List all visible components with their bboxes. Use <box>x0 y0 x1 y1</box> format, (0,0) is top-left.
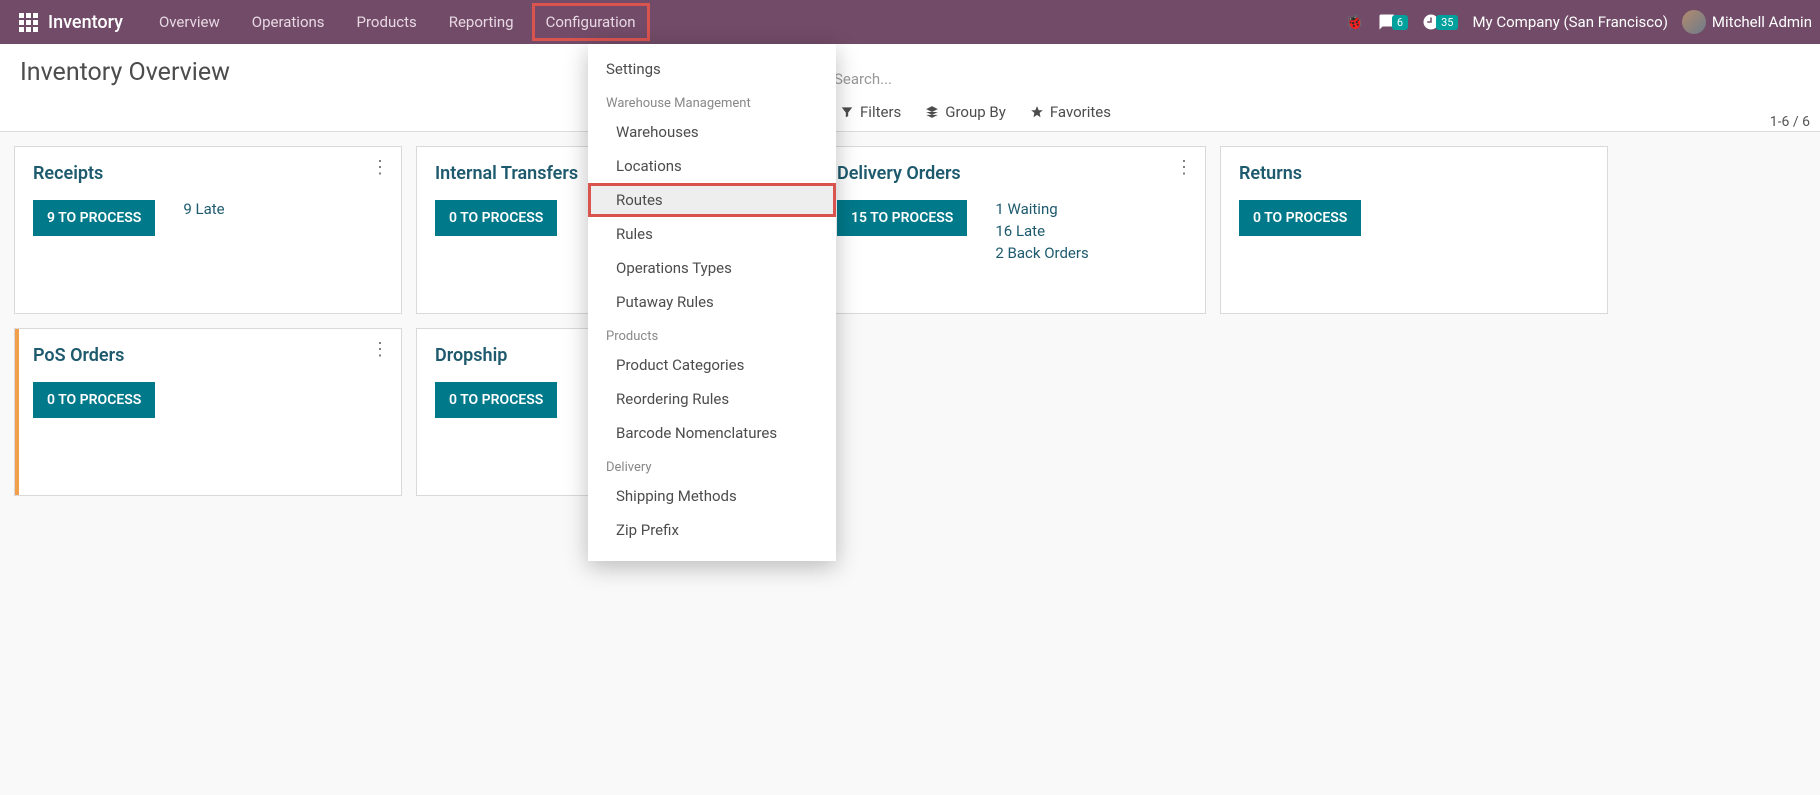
filter-icon <box>840 105 854 119</box>
app-title[interactable]: Inventory <box>48 12 123 33</box>
menu-operations-types[interactable]: Operations Types <box>588 251 836 285</box>
navbar-right: 🐞 6 35 My Company (San Francisco) Mitche… <box>1345 10 1812 34</box>
menu-routes[interactable]: Routes <box>588 183 836 217</box>
menu-warehouses[interactable]: Warehouses <box>588 115 836 149</box>
card-title: Returns <box>1239 163 1589 184</box>
menu-header-warehouse: Warehouse Management <box>588 86 836 115</box>
menu-shipping-methods[interactable]: Shipping Methods <box>588 479 836 513</box>
favorites-button[interactable]: Favorites <box>1030 103 1111 121</box>
activities-icon[interactable]: 35 <box>1422 13 1458 31</box>
menu-reordering-rules[interactable]: Reordering Rules <box>588 382 836 416</box>
kebab-icon[interactable]: ⋮ <box>1175 159 1193 177</box>
top-navbar: Inventory Overview Operations Products R… <box>0 0 1820 44</box>
activities-badge: 35 <box>1436 15 1458 30</box>
pager[interactable]: 1-6 / 6 <box>1770 114 1810 130</box>
menu-header-delivery: Delivery <box>588 450 836 479</box>
kebab-icon[interactable]: ⋮ <box>371 159 389 177</box>
kanban-card[interactable]: ⋮Receipts 9 TO PROCESS 9 Late <box>14 146 402 314</box>
status-link[interactable]: 2 Back Orders <box>995 244 1088 262</box>
kanban-card[interactable]: Returns 0 TO PROCESS <box>1220 146 1608 314</box>
layers-icon <box>925 105 939 119</box>
process-button[interactable]: 0 TO PROCESS <box>33 382 155 418</box>
kanban-card[interactable]: ⋮Delivery Orders 15 TO PROCESS 1 Waiting 16… <box>818 146 1206 314</box>
nav-overview[interactable]: Overview <box>145 3 234 41</box>
apps-icon[interactable] <box>16 10 40 34</box>
menu-barcode-nomenclatures[interactable]: Barcode Nomenclatures <box>588 416 836 450</box>
menu-zip-prefix[interactable]: Zip Prefix <box>588 513 836 547</box>
card-title: Receipts <box>33 163 383 184</box>
menu-header-products: Products <box>588 319 836 348</box>
status-list: 1 Waiting 16 Late 2 Back Orders <box>995 200 1088 262</box>
company-selector[interactable]: My Company (San Francisco) <box>1472 13 1667 31</box>
avatar <box>1682 10 1706 34</box>
menu-settings[interactable]: Settings <box>588 52 836 86</box>
filters-button[interactable]: Filters <box>840 103 901 121</box>
nav-operations[interactable]: Operations <box>238 3 339 41</box>
debug-icon[interactable]: 🐞 <box>1345 13 1364 31</box>
kebab-icon[interactable]: ⋮ <box>371 341 389 359</box>
nav-reporting[interactable]: Reporting <box>435 3 528 41</box>
process-button[interactable]: 0 TO PROCESS <box>435 382 557 418</box>
menu-product-categories[interactable]: Product Categories <box>588 348 836 382</box>
status-link[interactable]: 9 Late <box>183 200 224 218</box>
process-button[interactable]: 0 TO PROCESS <box>1239 200 1361 236</box>
groupby-button[interactable]: Group By <box>925 103 1006 121</box>
process-button[interactable]: 9 TO PROCESS <box>33 200 155 236</box>
user-menu[interactable]: Mitchell Admin <box>1682 10 1812 34</box>
configuration-dropdown: Settings Warehouse Management Warehouses… <box>588 44 836 561</box>
user-name: Mitchell Admin <box>1712 13 1812 31</box>
status-link[interactable]: 16 Late <box>995 222 1088 240</box>
nav-configuration[interactable]: Configuration <box>532 3 650 41</box>
page-title: Inventory Overview <box>20 58 1800 87</box>
process-button[interactable]: 0 TO PROCESS <box>435 200 557 236</box>
search-input[interactable]: Search... <box>834 70 892 88</box>
kanban-board: ⋮Receipts9 TO PROCESS9 LateInternal Tran… <box>0 132 1820 510</box>
star-icon <box>1030 105 1044 119</box>
menu-putaway-rules[interactable]: Putaway Rules <box>588 285 836 319</box>
process-button[interactable]: 15 TO PROCESS <box>837 200 967 236</box>
kanban-card[interactable]: ⋮PoS Orders 0 TO PROCESS <box>14 328 402 496</box>
menu-locations[interactable]: Locations <box>588 149 836 183</box>
messages-badge: 6 <box>1392 15 1408 30</box>
messages-icon[interactable]: 6 <box>1378 13 1408 31</box>
control-panel: Inventory Overview Search... Filters Gro… <box>0 44 1820 132</box>
status-list: 9 Late <box>183 200 224 218</box>
menu-rules[interactable]: Rules <box>588 217 836 251</box>
nav-products[interactable]: Products <box>343 3 431 41</box>
status-link[interactable]: 1 Waiting <box>995 200 1088 218</box>
card-title: PoS Orders <box>33 345 383 366</box>
card-title: Delivery Orders <box>837 163 1187 184</box>
